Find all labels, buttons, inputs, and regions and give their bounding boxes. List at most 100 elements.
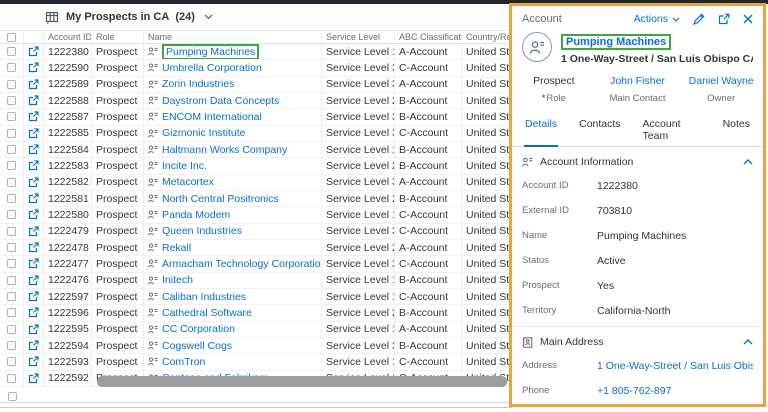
cell-account-name-link[interactable]: Incite Inc. (162, 160, 207, 172)
row-checkbox[interactable] (7, 161, 16, 171)
collapse-icon[interactable] (743, 159, 753, 165)
table-row[interactable]: 1222589 Prospect Zorin Industries Servic… (0, 76, 512, 93)
open-in-icon[interactable] (28, 226, 39, 237)
table-row[interactable]: 1222595 Prospect CC Corporation Service … (0, 321, 512, 338)
collapse-icon[interactable] (743, 339, 753, 345)
tab-contacts[interactable]: Contacts (578, 113, 621, 146)
open-in-icon[interactable] (28, 111, 39, 122)
table-row[interactable]: 1222593 Prospect ComTron Service Level 1… (0, 354, 512, 371)
table-row[interactable]: 1222478 Prospect Rekall Service Level 2 … (0, 239, 512, 257)
table-row[interactable]: 1222596 Prospect Cathedral Software Serv… (0, 305, 512, 322)
open-in-icon[interactable] (28, 95, 39, 106)
cell-account-name-link[interactable]: Armacham Technology Corporation (ATC) (162, 258, 321, 270)
table-row[interactable]: 1222479 Prospect Queen Industries Servic… (0, 223, 512, 240)
open-in-icon[interactable] (28, 324, 39, 335)
open-in-icon[interactable] (28, 209, 39, 220)
tab-details[interactable]: Details (524, 113, 559, 147)
table-row[interactable]: 1222587 Prospect ENCOM International Ser… (0, 109, 512, 126)
export-icon[interactable] (718, 13, 730, 25)
cell-account-name-link[interactable]: CC Corporation (162, 323, 235, 335)
tab-account-team[interactable]: Account Team (642, 113, 702, 146)
cell-account-name-link[interactable]: Zorin Industries (162, 78, 234, 90)
row-checkbox[interactable] (7, 275, 16, 285)
open-in-icon[interactable] (28, 79, 39, 90)
table-row[interactable]: 1222380 Prospect Pumping Machines Servic… (0, 44, 512, 61)
column-header-role[interactable]: Role (92, 31, 144, 43)
row-checkbox[interactable] (7, 341, 16, 351)
table-view-icon[interactable] (45, 11, 59, 24)
table-row[interactable]: 1222583 Prospect Incite Inc. Service Lev… (0, 158, 512, 175)
column-header-country[interactable]: Country/Region (462, 31, 512, 43)
table-row[interactable]: 1222582 Prospect Metacortex Service Leve… (0, 174, 512, 191)
row-checkbox[interactable] (7, 145, 16, 155)
table-row[interactable]: 1222588 Prospect Daystrom Data Concepts … (0, 92, 512, 110)
row-checkbox[interactable] (7, 210, 16, 220)
row-checkbox[interactable] (7, 259, 16, 269)
cell-account-name-link[interactable]: Umbrella Corporation (162, 62, 262, 74)
title-chevron-down-icon[interactable] (204, 14, 213, 20)
cell-account-name-link[interactable]: Gizmonic Institute (162, 127, 245, 139)
open-in-icon[interactable] (28, 62, 39, 73)
table-row[interactable]: 1222580 Prospect Panda Modem Service Lev… (0, 207, 512, 224)
cell-account-name-link[interactable]: Initech (162, 274, 193, 286)
open-in-icon[interactable] (28, 160, 39, 171)
row-checkbox[interactable] (7, 308, 16, 318)
cell-account-name-link[interactable]: Panda Modem (162, 209, 230, 221)
tab-notes[interactable]: Notes (722, 113, 751, 146)
table-row[interactable]: 1222585 Prospect Gizmonic Institute Serv… (0, 125, 512, 142)
open-in-icon[interactable] (28, 144, 39, 155)
actions-menu-button[interactable]: Actions (634, 13, 680, 25)
open-in-icon[interactable] (28, 177, 39, 188)
row-checkbox[interactable] (7, 324, 16, 334)
cell-account-name-link[interactable]: Haltmann Works Company (162, 144, 287, 156)
account-name-link[interactable]: Pumping Machines (561, 34, 672, 50)
cell-account-name-link[interactable]: ComTron (162, 356, 205, 368)
open-in-icon[interactable] (28, 258, 39, 269)
cell-account-name-link[interactable]: Cogswell Cogs (162, 340, 232, 352)
cell-account-name-link[interactable]: Queen Industries (162, 225, 242, 237)
row-checkbox[interactable] (7, 128, 16, 138)
cell-account-name-link[interactable]: Metacortex (162, 176, 214, 188)
table-row[interactable]: 1222581 Prospect North Central Positroni… (0, 190, 512, 208)
row-checkbox[interactable] (7, 194, 16, 204)
row-checkbox[interactable] (7, 373, 16, 383)
horizontal-scrollbar-thumb[interactable] (97, 376, 507, 387)
table-row[interactable]: 1222584 Prospect Haltmann Works Company … (0, 141, 512, 159)
open-in-icon[interactable] (28, 340, 39, 351)
cell-account-name-link[interactable]: Caliban Industries (162, 291, 246, 303)
cell-account-name-link[interactable]: Rekall (162, 242, 191, 254)
close-icon[interactable] (743, 14, 753, 24)
table-row[interactable]: 1222590 Prospect Umbrella Corporation Se… (0, 60, 512, 77)
open-in-icon[interactable] (28, 356, 39, 367)
cell-account-name-link[interactable]: ENCOM International (162, 111, 262, 123)
row-checkbox[interactable] (7, 357, 16, 367)
open-in-icon[interactable] (28, 373, 39, 384)
cell-account-name-link[interactable]: Cathedral Software (162, 307, 252, 319)
open-in-icon[interactable] (28, 46, 39, 57)
open-in-icon[interactable] (28, 128, 39, 139)
row-checkbox[interactable] (7, 63, 16, 73)
row-checkbox[interactable] (7, 79, 16, 89)
table-row[interactable]: 1222597 Prospect Caliban Industries Serv… (0, 288, 512, 306)
column-header-service-level[interactable]: Service Level (322, 31, 395, 43)
column-header-abc-classification[interactable]: ABC Classification (395, 31, 462, 43)
row-checkbox[interactable] (7, 177, 16, 187)
edit-pencil-icon[interactable] (693, 13, 705, 25)
row-checkbox[interactable] (7, 112, 16, 122)
row-checkbox[interactable] (7, 391, 17, 401)
table-row[interactable]: 1222477 Prospect Armacham Technology Cor… (0, 256, 512, 273)
column-header-name[interactable]: Name (144, 31, 322, 43)
field-value[interactable]: +1 805-762-897 (597, 385, 671, 397)
row-checkbox[interactable] (7, 292, 16, 302)
field-value[interactable]: 1 One-Way-Street / San Luis Obispo CA ..… (597, 360, 753, 372)
open-in-icon[interactable] (28, 242, 39, 253)
open-in-icon[interactable] (28, 307, 39, 318)
open-in-icon[interactable] (28, 275, 39, 286)
column-header-account-id[interactable]: Account ID (44, 31, 92, 43)
open-in-icon[interactable] (28, 193, 39, 204)
summary-value[interactable]: John Fisher (596, 75, 680, 87)
row-checkbox[interactable] (7, 226, 16, 236)
row-checkbox[interactable] (7, 96, 16, 106)
table-row[interactable]: 1222594 Prospect Cogswell Cogs Service L… (0, 337, 512, 355)
summary-value[interactable]: Daniel Wayne (679, 75, 763, 87)
